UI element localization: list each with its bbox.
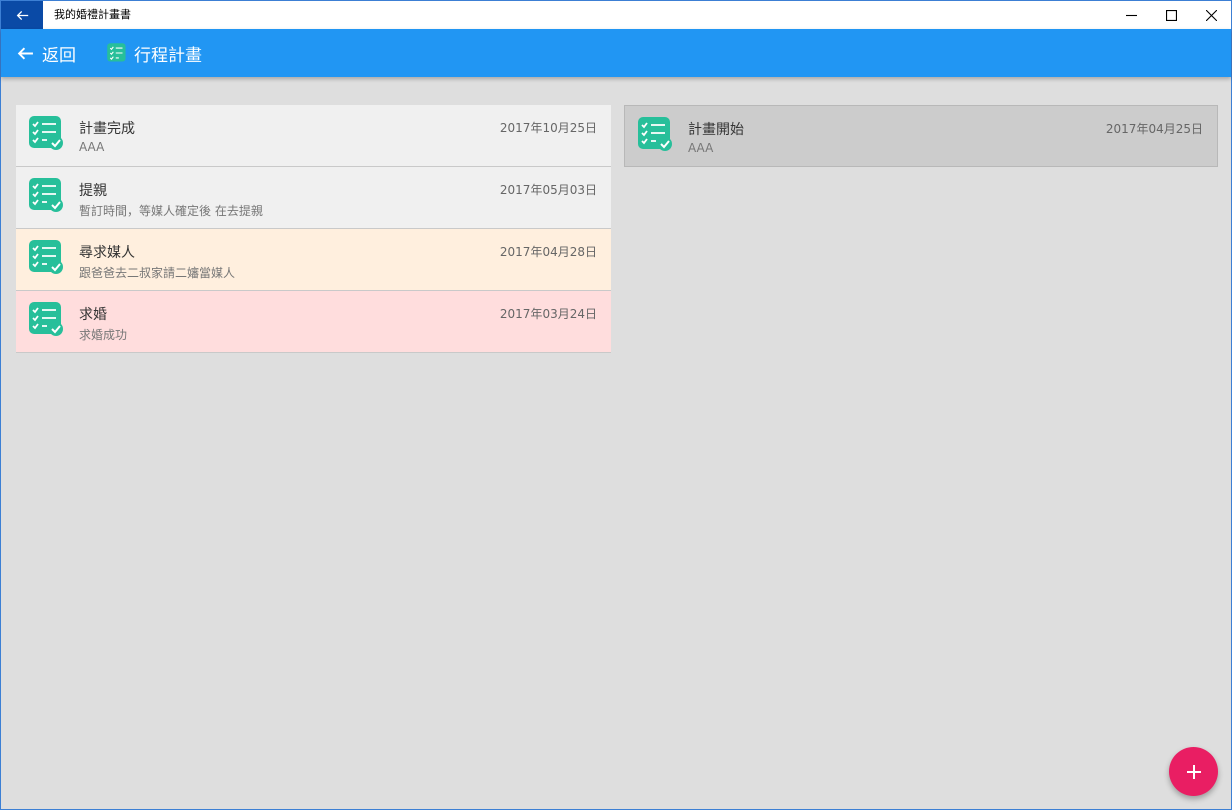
back-button[interactable]: 返回	[17, 39, 76, 67]
checklist-icon	[29, 302, 63, 336]
item-title: 提親	[79, 183, 107, 199]
item-subtitle: AAA	[688, 141, 714, 155]
plus-icon	[1186, 764, 1201, 779]
item-subtitle: 暫訂時間，等媒人確定後 在去提親	[79, 204, 263, 218]
item-subtitle: 求婚成功	[79, 328, 128, 342]
item-title: 求婚	[79, 307, 107, 323]
titlebar-back-button[interactable]	[1, 1, 43, 29]
list-item[interactable]: 尋求媒人 跟爸爸去二叔家請二嬸當媒人 2017年04月28日	[16, 229, 611, 291]
minimize-button[interactable]	[1111, 1, 1151, 29]
schedule-list-left: 計畫完成 AAA 2017年10月25日 提親 暫訂時間，等媒人確定後 在去提親…	[16, 105, 611, 353]
close-button[interactable]	[1191, 1, 1231, 29]
item-date: 2017年05月03日	[499, 183, 597, 197]
list-item[interactable]: 求婚 求婚成功 2017年03月24日	[16, 291, 611, 353]
list-item[interactable]: 計畫完成 AAA 2017年10月25日	[16, 105, 611, 167]
title-bar: 我的婚禮計畫書	[1, 1, 1231, 29]
item-subtitle: 跟爸爸去二叔家請二嬸當媒人	[79, 266, 236, 280]
item-date: 2017年04月28日	[499, 245, 597, 259]
checklist-icon	[107, 43, 126, 62]
checklist-icon	[29, 178, 63, 212]
item-date: 2017年10月25日	[499, 121, 597, 135]
checklist-icon	[29, 240, 63, 274]
app-window: 我的婚禮計畫書 返回 行程計畫 計畫完成 AAA 2017年10月25日 提親 …	[0, 0, 1232, 810]
maximize-icon	[1165, 9, 1177, 21]
maximize-button[interactable]	[1151, 1, 1191, 29]
page-title: 行程計畫	[134, 45, 202, 66]
back-label: 返回	[42, 45, 76, 66]
add-button[interactable]	[1169, 747, 1218, 796]
arrow-left-icon	[16, 10, 28, 20]
arrow-left-icon	[17, 47, 33, 59]
minimize-icon	[1125, 14, 1137, 16]
app-bar: 返回 行程計畫	[1, 29, 1231, 77]
list-item-selected[interactable]: 計畫開始 AAA 2017年04月25日	[624, 105, 1218, 167]
item-subtitle: AAA	[79, 140, 105, 154]
item-title: 計畫開始	[688, 122, 744, 138]
schedule-list-right: 計畫開始 AAA 2017年04月25日	[624, 105, 1218, 167]
window-title: 我的婚禮計畫書	[54, 8, 131, 21]
window-controls	[1111, 1, 1231, 29]
item-title: 尋求媒人	[79, 245, 135, 261]
item-date: 2017年03月24日	[499, 307, 597, 321]
item-title: 計畫完成	[79, 121, 135, 137]
page-header: 行程計畫	[106, 39, 202, 67]
checklist-icon	[29, 116, 63, 150]
close-icon	[1205, 9, 1217, 21]
item-date: 2017年04月25日	[1105, 122, 1203, 136]
list-item[interactable]: 提親 暫訂時間，等媒人確定後 在去提親 2017年05月03日	[16, 167, 611, 229]
checklist-icon	[638, 117, 672, 151]
